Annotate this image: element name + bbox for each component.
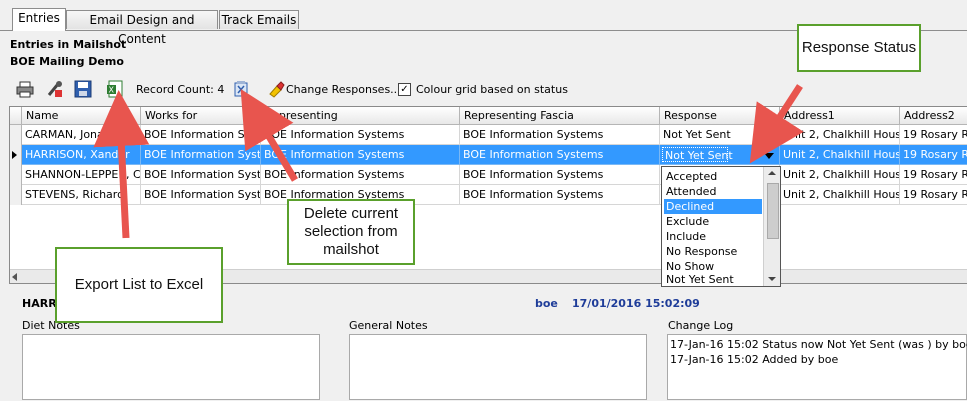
callout-export-excel: Export List to Excel [55, 247, 223, 323]
callout-response-status: Response Status [797, 24, 921, 72]
callout-delete-selection: Delete current selection from mailshot [287, 199, 415, 265]
arrow-export [93, 90, 150, 239]
arrow-response [749, 84, 804, 164]
arrow-delete [240, 88, 299, 182]
